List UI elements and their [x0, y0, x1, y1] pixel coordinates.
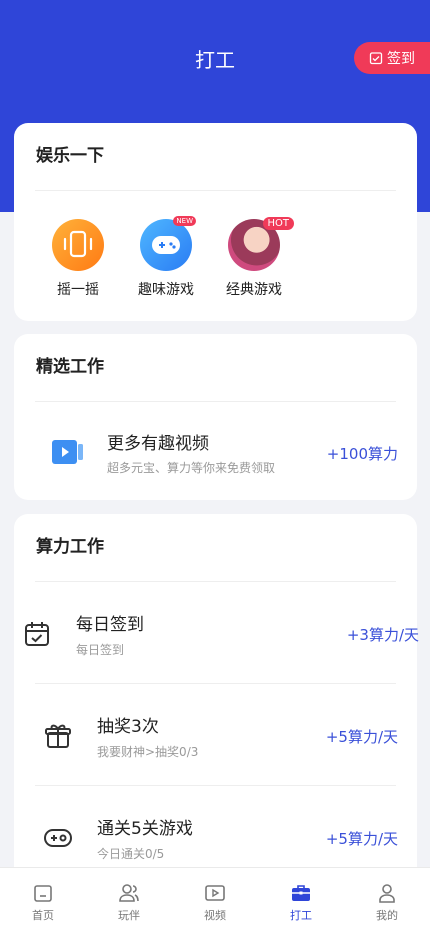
entertainment-card: 娱乐一下 摇一摇 NEW 趣味游戏 HOT 经典游戏	[14, 123, 417, 321]
tab-label: 首页	[32, 909, 54, 922]
gamepad-outline-icon	[44, 829, 72, 847]
new-badge: NEW	[173, 216, 196, 226]
divider	[35, 190, 396, 191]
tab-me[interactable]: 我的	[344, 868, 430, 929]
anime-girl-avatar: HOT	[228, 217, 294, 271]
featured-title: 更多有趣视频	[107, 434, 209, 454]
game-fun[interactable]: NEW 趣味游戏	[122, 216, 210, 299]
tab-label: 我的	[376, 909, 398, 922]
task-reward: +5算力/天	[325, 728, 398, 746]
video-play-icon	[205, 885, 225, 901]
signin-label: 签到	[387, 51, 415, 67]
gift-icon	[45, 724, 71, 748]
tab-home[interactable]: 首页	[0, 868, 86, 929]
task-daily-signin[interactable]: 每日签到 每日签到 +3算力/天	[14, 582, 419, 683]
user-icon	[379, 884, 395, 903]
tab-video[interactable]: 视频	[172, 868, 258, 929]
game-fun-label: 趣味游戏	[138, 282, 194, 298]
entertainment-heading: 娱乐一下	[36, 146, 104, 166]
task-title: 抽奖3次	[97, 717, 159, 737]
game-classic[interactable]: HOT 经典游戏	[210, 217, 298, 299]
friends-icon	[119, 884, 139, 902]
compute-work-heading: 算力工作	[36, 537, 104, 557]
signin-icon	[369, 52, 383, 65]
featured-heading: 精选工作	[36, 357, 104, 377]
task-title: 通关5关游戏	[97, 819, 193, 839]
briefcase-icon	[292, 885, 310, 901]
game-shake-label: 摇一摇	[57, 282, 99, 298]
game-shake[interactable]: 摇一摇	[34, 219, 122, 299]
game-classic-label: 经典游戏	[226, 282, 282, 298]
featured-card: 精选工作 更多有趣视频 超多元宝、算力等你来免费领取 +100算力	[14, 334, 417, 500]
task-subtitle: 今日通关0/5	[97, 847, 165, 861]
featured-reward: +100算力	[326, 445, 398, 463]
task-reward: +3算力/天	[346, 626, 419, 644]
tab-label: 视频	[204, 909, 226, 922]
calendar-check-icon	[25, 622, 49, 646]
task-subtitle: 每日签到	[76, 643, 125, 657]
signin-button[interactable]: 签到	[354, 42, 430, 74]
video-icon	[52, 440, 83, 464]
hot-badge: HOT	[262, 217, 294, 230]
tab-label: 玩伴	[118, 909, 140, 922]
phone-shake-icon	[52, 219, 104, 271]
task-subtitle: 我要财神>抽奖0/3	[97, 745, 199, 759]
tab-work[interactable]: 打工	[258, 868, 344, 929]
tab-label: 打工	[290, 909, 312, 922]
tab-friends[interactable]: 玩伴	[86, 868, 172, 929]
task-lottery[interactable]: 抽奖3次 我要财神>抽奖0/3 +5算力/天	[35, 683, 398, 785]
compute-work-card: 算力工作 每日签到 每日签到 +3算力/天 抽奖3次 我要财神>抽奖0/3 +5…	[14, 514, 419, 914]
task-reward: +5算力/天	[325, 830, 398, 848]
home-icon	[34, 885, 52, 902]
task-title: 每日签到	[76, 615, 144, 635]
gamepad-icon: NEW	[140, 216, 196, 271]
bottom-tab-bar: 首页 玩伴 视频 打工 我的	[0, 867, 430, 929]
featured-video-item[interactable]: 更多有趣视频 超多元宝、算力等你来免费领取 +100算力	[14, 402, 417, 501]
featured-subtitle: 超多元宝、算力等你来免费领取	[107, 461, 276, 475]
